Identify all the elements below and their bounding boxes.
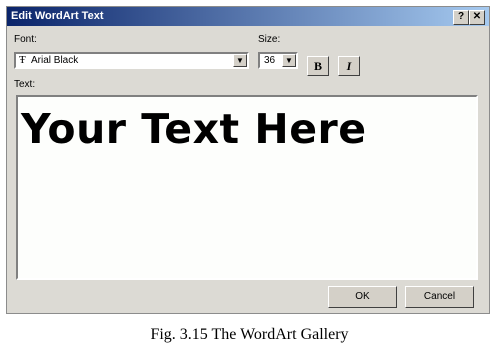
dialog-title: Edit WordArt Text (11, 10, 104, 22)
ok-button[interactable]: OK (328, 286, 397, 308)
font-label: Font: (14, 34, 37, 45)
figure-caption: Fig. 3.15 The WordArt Gallery (150, 326, 349, 343)
text-label: Text: (14, 79, 36, 90)
text-input[interactable]: Your Text Here (16, 95, 478, 280)
font-dropdown[interactable]: Ŧ Arial Black ▼ (14, 52, 249, 69)
title-bar: Edit WordArt Text ? ✕ (7, 7, 489, 26)
size-dropdown[interactable]: 36 ▼ (258, 52, 298, 69)
chevron-down-icon[interactable]: ▼ (233, 54, 247, 67)
help-button[interactable]: ? (453, 10, 469, 25)
truetype-font-icon: Ŧ (19, 54, 26, 66)
size-label: Size: (258, 34, 281, 45)
font-value: Arial Black (31, 55, 79, 66)
close-button[interactable]: ✕ (469, 10, 485, 25)
italic-button[interactable]: I (338, 56, 360, 76)
cancel-button[interactable]: Cancel (405, 286, 474, 308)
bold-button[interactable]: B (307, 56, 329, 76)
chevron-down-icon[interactable]: ▼ (282, 54, 296, 67)
edit-wordart-dialog: Edit WordArt Text ? ✕ Font: Ŧ Arial Blac… (6, 6, 490, 314)
wordart-text: Your Text Here (21, 105, 367, 153)
size-value: 36 (264, 55, 276, 66)
